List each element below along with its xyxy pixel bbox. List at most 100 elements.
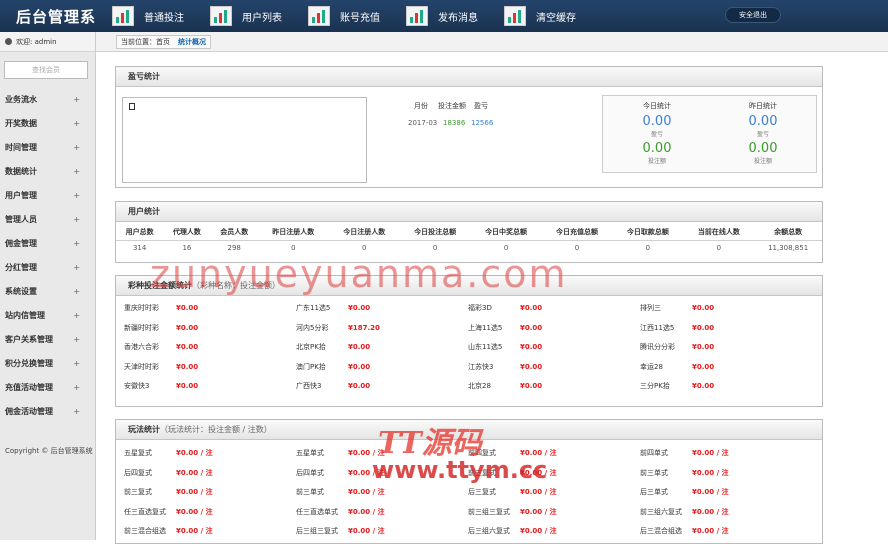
lottery-name: 江西11选5 [640, 323, 675, 332]
table-header-cell: 今日注册人数 [328, 224, 400, 241]
play-stat-cell: 前三组三复式 ¥0.00 / 注 [468, 507, 557, 517]
sidebar-item-commission-activity[interactable]: 佣金活动管理 + [0, 400, 96, 424]
logout-button[interactable]: 安全退出 [725, 7, 781, 23]
table-cell: 0 [503, 244, 509, 253]
sidebar-item-users[interactable]: 用户管理 + [0, 184, 96, 208]
sidebar-item-label: 佣金管理 [5, 239, 37, 248]
play-name: 前三组三复式 [468, 507, 510, 516]
lottery-stat-cell: 香港六合彩 ¥0.00 [124, 342, 198, 352]
play-name: 前四单式 [640, 449, 668, 457]
expand-plus-icon: + [73, 263, 80, 272]
welcome-bar: 欢迎: admin [0, 32, 95, 52]
table-header-cell: 昨日注册人数 [257, 224, 329, 241]
lottery-stat-cell: 三分PK拾 ¥0.00 [640, 381, 714, 391]
today-profit-value: 0.00 [642, 114, 672, 129]
lottery-name: 河内5分彩 [296, 323, 329, 332]
lottery-amount: ¥0.00 [692, 382, 715, 390]
sidebar-item-label: 分红管理 [5, 263, 37, 272]
lottery-name: 腾讯分分彩 [640, 343, 675, 351]
expand-plus-icon: + [73, 143, 80, 152]
play-stat-cell: 后四单式 ¥0.00 / 注 [296, 468, 385, 478]
play-name: 后三混合组选 [640, 527, 682, 535]
sidebar-item-dividend[interactable]: 分红管理 + [0, 256, 96, 280]
breadcrumb-current[interactable]: 统计概况 [178, 37, 206, 47]
play-stat-cell: 五星复式 ¥0.00 / 注 [124, 448, 213, 458]
lottery-stat-cell: 新疆时时彩 ¥0.00 [124, 323, 198, 333]
table-header-cell: 今日投注总额 [399, 224, 471, 241]
chart-icon [112, 6, 134, 26]
table-cell: 0 [574, 244, 580, 253]
table-cell: 0 [716, 244, 722, 253]
lottery-amount: ¥0.00 [520, 304, 543, 312]
sidebar-item-recharge-activity[interactable]: 充值活动管理 + [0, 376, 96, 400]
today-profit-label: 盈亏 [650, 131, 663, 138]
play-amount: ¥0.00 / 注 [176, 488, 213, 496]
lottery-amount: ¥0.00 [348, 343, 371, 351]
nav-users[interactable]: 用户列表 [210, 0, 282, 32]
play-stat-cell: 任三直选复式 ¥0.00 / 注 [124, 507, 213, 517]
sidebar-item-commission[interactable]: 佣金管理 + [0, 232, 96, 256]
play-amount: ¥0.00 / 注 [348, 527, 385, 535]
table-header-row: 用户总数 代理人数 会员人数 昨日注册人数 今日注册人数 今日投注总额 今日中奖… [116, 224, 822, 241]
lottery-stat-cell: 福彩3D ¥0.00 [468, 303, 542, 313]
lottery-name: 上海11选5 [468, 323, 503, 332]
table-cell: 298 [227, 244, 241, 253]
play-name: 后三组三复式 [296, 527, 338, 535]
breadcrumb: 当前位置：首页 统计概况 [96, 32, 888, 52]
lottery-amount: ¥0.00 [692, 362, 715, 371]
user-icon [5, 38, 12, 45]
play-name: 前三混合组选 [124, 527, 166, 535]
sidebar-item-crm[interactable]: 客户关系管理 + [0, 328, 96, 352]
lottery-amount: ¥0.00 [176, 382, 199, 390]
play-stat-cell: 后三单式 ¥0.00 / 注 [640, 487, 729, 497]
play-stat-cell: 任三直选单式 ¥0.00 / 注 [296, 507, 385, 517]
lottery-amount: ¥0.00 [348, 362, 371, 371]
table-header-cell: 今日取款总额 [612, 224, 684, 241]
sidebar-item-stats[interactable]: 数据统计 + [0, 160, 96, 184]
month-header: 月份 [414, 102, 428, 110]
sidebar-item-time[interactable]: 时间管理 + [0, 136, 96, 160]
lottery-amount: ¥0.00 [692, 304, 715, 312]
nav-recharge[interactable]: 账号充值 [308, 0, 380, 32]
top-navbar: 后台管理系 普通投注 用户列表 账号充值 发布消息 清空缓存 安全退出 [0, 0, 888, 32]
sidebar-item-settings[interactable]: 系统设置 + [0, 280, 96, 304]
lottery-stat-cell: 广东11选5 ¥0.00 [296, 303, 370, 313]
sidebar-item-points[interactable]: 积分兑换管理 + [0, 352, 96, 376]
table-cell: 314 [132, 244, 147, 253]
sidebar-item-admins[interactable]: 管理人员 + [0, 208, 96, 232]
sidebar-item-business[interactable]: 业务流水 + [0, 88, 96, 112]
today-bet-label: 投注额 [647, 158, 666, 165]
expand-plus-icon: + [73, 119, 80, 128]
play-name: 前三单式 [640, 468, 668, 477]
play-stats-subtitle: （玩法统计：投注金额 / 注数） [160, 425, 272, 434]
user-stats-title: 用户统计 [116, 202, 822, 222]
play-stat-cell: 五星单式 ¥0.00 / 注 [296, 448, 385, 458]
sidebar-item-lottery-data[interactable]: 开奖数据 + [0, 112, 96, 136]
play-amount: ¥0.00 / 注 [692, 527, 729, 535]
lottery-name: 新疆时时彩 [124, 323, 159, 332]
play-name: 前三单式 [296, 488, 324, 496]
table-header-cell: 今日中奖总额 [470, 224, 542, 241]
table-cell: 11,308,851 [768, 244, 809, 253]
chart-icon [308, 6, 330, 26]
lottery-name: 香港六合彩 [124, 343, 159, 351]
lottery-stat-cell: 江苏快3 ¥0.00 [468, 362, 542, 372]
lottery-name: 安徽快3 [124, 382, 150, 390]
nav-bet[interactable]: 普通投注 [112, 0, 184, 32]
nav-message[interactable]: 发布消息 [406, 0, 478, 32]
lottery-amount: ¥0.00 [520, 343, 543, 351]
sidebar-item-label: 站内信管理 [5, 311, 45, 320]
lottery-amount: ¥0.00 [520, 362, 543, 371]
lottery-stat-cell: 腾讯分分彩 ¥0.00 [640, 342, 714, 352]
nav-message-label: 发布消息 [438, 12, 478, 24]
sidebar-item-label: 数据统计 [5, 167, 37, 176]
play-amount: ¥0.00 / 注 [692, 468, 729, 477]
member-search-input[interactable]: 查找会员 [4, 61, 88, 79]
lottery-amount: ¥0.00 [692, 323, 715, 332]
nav-clear-cache[interactable]: 清空缓存 [504, 0, 576, 32]
expand-plus-icon: + [73, 287, 80, 296]
play-stat-cell: 前三复式 ¥0.00 / 注 [124, 487, 213, 497]
lottery-name: 广西快3 [296, 382, 322, 390]
play-amount: ¥0.00 / 注 [176, 527, 213, 535]
sidebar-item-inbox[interactable]: 站内信管理 + [0, 304, 96, 328]
